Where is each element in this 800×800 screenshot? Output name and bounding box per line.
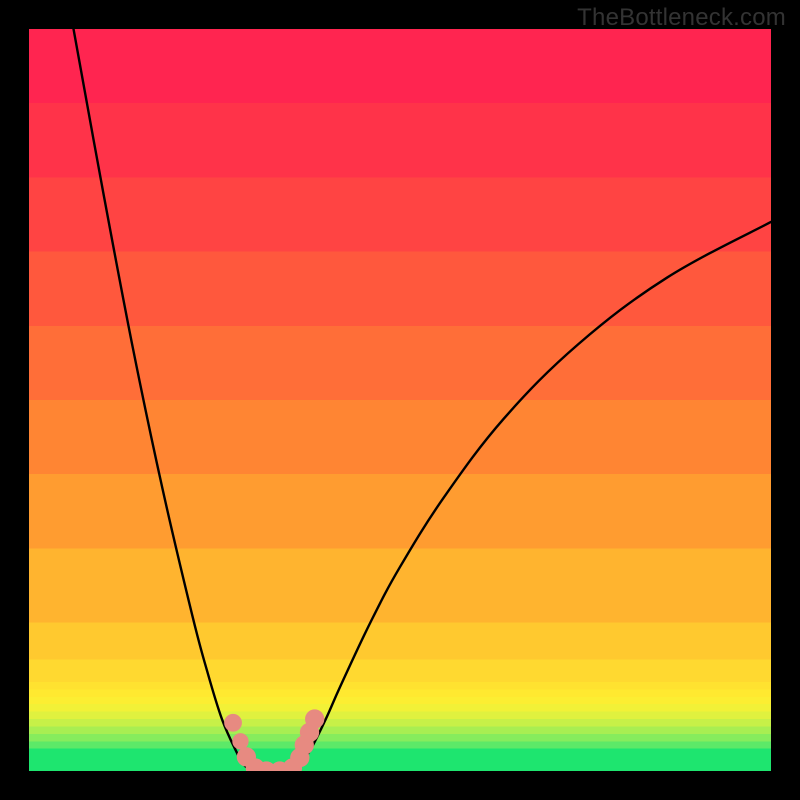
- data-marker: [305, 709, 324, 728]
- chart-background: [29, 29, 771, 771]
- chart-svg: [29, 29, 771, 771]
- chart-container: TheBottleneck.com: [0, 0, 800, 800]
- data-marker: [224, 714, 242, 732]
- watermark-text: TheBottleneck.com: [577, 4, 786, 32]
- data-marker: [232, 733, 248, 749]
- plot-area: [29, 29, 771, 771]
